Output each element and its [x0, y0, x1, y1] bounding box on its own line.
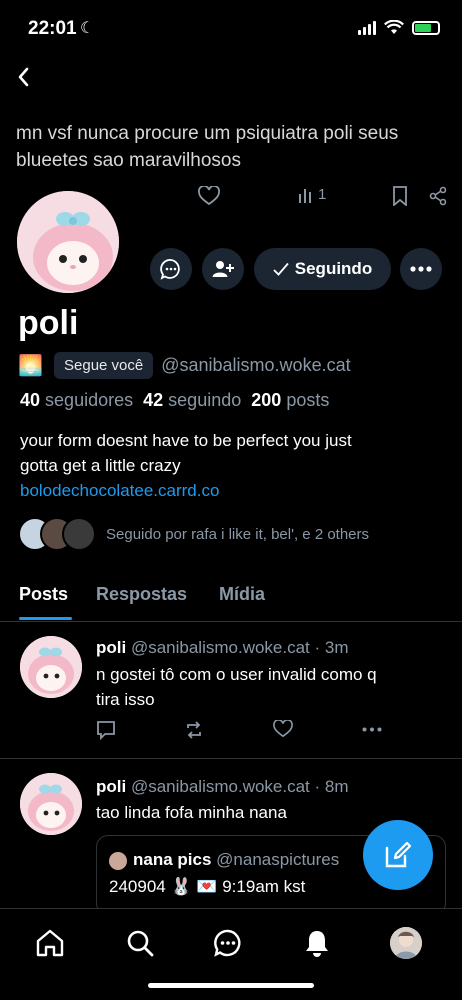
home-indicator [148, 983, 314, 988]
profile-handle[interactable]: @sanibalismo.woke.cat [161, 355, 350, 376]
profile-avatar[interactable] [14, 188, 122, 296]
views-icon [298, 186, 316, 208]
share-icon[interactable] [428, 186, 448, 206]
like-icon[interactable] [198, 186, 220, 206]
battery-icon [412, 20, 440, 35]
followers-stat[interactable]: 40 seguidores [20, 390, 133, 410]
tab-replies[interactable]: Respostas [96, 584, 187, 605]
check-icon [273, 262, 289, 276]
bio-line: your form doesnt have to be perfect you … [20, 431, 352, 450]
quote-text: 240904 🐰 💌 9:19am kst [109, 877, 306, 896]
more-options-button[interactable] [400, 248, 442, 290]
following-button[interactable]: Seguindo [254, 248, 391, 290]
background-post-line: mn vsf nunca procure um psiquiatra poli … [16, 123, 399, 144]
followed-by-row[interactable]: Seguido por rafa i like it, bel', e 2 ot… [18, 516, 369, 552]
followed-by-text: Seguido por rafa i like it, bel', e 2 ot… [106, 525, 370, 543]
handle-row: 🌅 Segue você @sanibalismo.woke.cat [18, 350, 351, 380]
post-avatar[interactable] [20, 773, 82, 835]
like-icon[interactable] [273, 720, 293, 738]
display-name: poli [18, 304, 79, 342]
posts-stat: 200 posts [251, 390, 330, 410]
compose-button[interactable] [363, 820, 433, 890]
reply-icon[interactable] [96, 720, 116, 740]
active-tab-indicator [19, 617, 72, 620]
back-arrow-icon[interactable] [12, 64, 38, 90]
add-user-icon [212, 261, 234, 277]
notifications-icon[interactable] [301, 927, 333, 959]
post-avatar[interactable] [20, 636, 82, 698]
status-time: 22:01 [28, 18, 77, 39]
bio-line: gotta get a little crazy [20, 456, 181, 475]
profile-bio: your form doesnt have to be perfect you … [20, 428, 440, 503]
message-icon [160, 259, 180, 280]
moon-icon: ☾ [80, 20, 95, 37]
profile-tabs: Posts Respostas Mídia [0, 576, 462, 622]
post-header: poli @sanibalismo.woke.cat · 3m [96, 638, 349, 657]
home-icon[interactable] [34, 927, 66, 959]
bio-link[interactable]: bolodechocolatee.carrd.co [20, 478, 440, 503]
add-to-list-button[interactable] [202, 248, 244, 290]
background-post-line: blueetes sao maravilhosos [16, 150, 241, 171]
compose-icon [385, 841, 412, 868]
signal-icon [358, 20, 376, 35]
sunrise-emoji: 🌅 [18, 354, 43, 377]
profile-nav-avatar[interactable] [390, 927, 422, 959]
status-icons [358, 20, 440, 35]
following-stat[interactable]: 42 seguindo [143, 390, 241, 410]
views-count: 1 [318, 186, 327, 203]
more-icon [410, 266, 432, 272]
tab-media[interactable]: Mídia [219, 584, 265, 605]
profile-stats: 40 seguidores 42 seguindo 200 posts [20, 390, 329, 411]
follower-avatar [62, 517, 96, 551]
tab-posts[interactable]: Posts [19, 584, 68, 605]
quote-avatar [109, 852, 127, 870]
background-post-text: mn vsf nunca procure um psiquiatra poli … [16, 120, 456, 174]
wifi-icon [384, 20, 404, 34]
bookmark-icon[interactable] [392, 186, 408, 206]
search-icon[interactable] [124, 927, 156, 959]
follows-you-badge: Segue você [54, 351, 154, 379]
message-button[interactable] [150, 248, 192, 290]
status-bar: 22:01 ☾ [0, 0, 462, 60]
chat-icon[interactable] [212, 927, 244, 959]
post-actions [96, 720, 396, 742]
feed-post[interactable]: poli @sanibalismo.woke.cat · 3m n gostei… [0, 622, 462, 759]
more-icon[interactable] [362, 727, 382, 732]
post-header: poli @sanibalismo.woke.cat · 8m [96, 777, 349, 796]
repost-icon[interactable] [184, 720, 204, 740]
post-text: n gostei tô com o user invalid como q ti… [96, 665, 377, 709]
following-button-label: Seguindo [294, 259, 373, 278]
quote-header: nana pics @nanaspictures [133, 850, 340, 869]
